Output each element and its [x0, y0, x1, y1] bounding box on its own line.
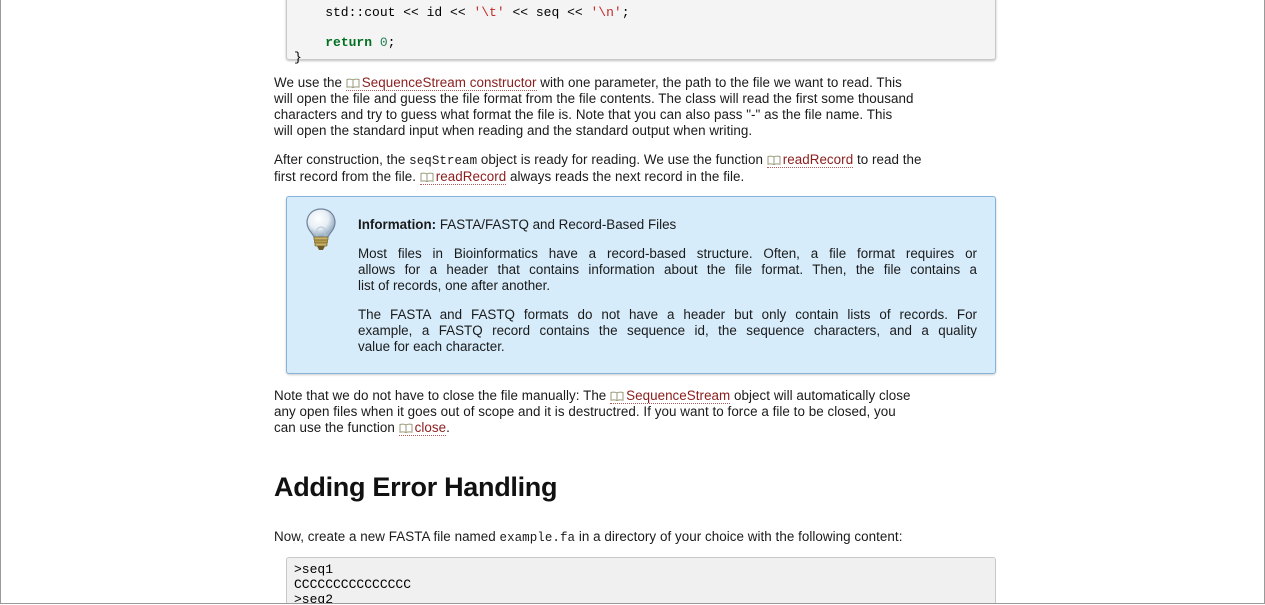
text-line: can use the function close.	[274, 420, 1010, 436]
paragraph-readrecord: After construction, the seqStream object…	[274, 152, 1010, 185]
link-label: SequenceStream	[626, 388, 731, 403]
paragraph-fasta: Now, create a new FASTA file named examp…	[274, 529, 1010, 546]
info-label: Information:	[358, 217, 437, 232]
text-line: first record from the file. readRecord a…	[274, 169, 1010, 185]
code-block-top: std::cout << id << '\t' << seq << '\n'; …	[286, 0, 996, 65]
text: first record from the file.	[274, 169, 420, 184]
text-line: Note that we do not have to close the fi…	[274, 388, 1010, 404]
text: Note that we do not have to close the fi…	[274, 388, 611, 403]
text-line: allows for a header that contains inform…	[358, 262, 977, 277]
info-title-text: FASTA/FASTQ and Record-Based Files	[436, 217, 677, 232]
book-icon	[399, 423, 413, 433]
link-label: readRecord	[782, 152, 854, 167]
text-line: will open the file and guess the file fo…	[274, 91, 914, 106]
text-line: example, a FASTQ record contains the seq…	[358, 323, 977, 338]
link-label: close	[414, 420, 447, 435]
book-icon	[346, 78, 360, 88]
text-line: value for each character.	[358, 339, 505, 354]
code-line-brace: }	[294, 50, 302, 65]
code-text: ;	[387, 35, 396, 50]
code-text: std::cout << id <<	[294, 5, 474, 20]
text: After construction, the	[274, 152, 410, 167]
link-close[interactable]: close	[398, 420, 447, 436]
text-line: Most files in Bioinformatics have a reco…	[358, 246, 977, 261]
link-label: SequenceStream constructor	[361, 75, 537, 90]
code-line: >seq2	[294, 592, 334, 604]
link-readrecord-2[interactable]: readRecord	[419, 169, 507, 185]
text: object is ready for reading. We use the …	[477, 152, 767, 167]
paragraph-close: Note that we do not have to close the fi…	[274, 388, 1010, 436]
code-line: >seq1	[294, 562, 334, 577]
text-line: After construction, the seqStream object…	[274, 152, 1010, 169]
link-readrecord[interactable]: readRecord	[766, 152, 854, 168]
text: Now, create a new FASTA file named	[274, 529, 500, 544]
text-line: list of records, one after another.	[358, 278, 551, 293]
text-line: We use the SequenceStream constructor wi…	[274, 75, 1010, 91]
text: can use the function	[274, 420, 399, 435]
book-icon	[420, 172, 434, 182]
code-number: 0	[379, 35, 388, 50]
info-title: Information: FASTA/FASTQ and Record-Base…	[358, 217, 676, 233]
text-line: any open files when it goes out of scope…	[274, 404, 896, 419]
link-sequencestream[interactable]: SequenceStream	[610, 388, 731, 404]
inline-code: seqStream	[409, 154, 478, 168]
code-line: CCCCCCCCCCCCCCC	[294, 577, 412, 592]
text-line: will open the standard input when readin…	[274, 123, 753, 138]
text: with one parameter, the path to the file…	[536, 75, 902, 90]
code-line-return: return 0;	[294, 35, 395, 50]
link-sequencestream-constructor[interactable]: SequenceStream constructor	[345, 75, 537, 91]
code-keyword: return	[325, 35, 373, 50]
code-string: '\n'	[590, 5, 622, 20]
info-paragraph-2: The FASTA and FASTQ formats do not have …	[358, 307, 977, 355]
lightbulb-icon	[306, 208, 336, 250]
info-box: Information: FASTA/FASTQ and Record-Base…	[286, 196, 996, 374]
book-icon	[767, 155, 781, 165]
book-icon	[610, 391, 624, 401]
text: object will automatically close	[730, 388, 911, 403]
code-line-cout: std::cout << id << '\t' << seq << '\n';	[294, 5, 630, 20]
text-line: The FASTA and FASTQ formats do not have …	[358, 307, 977, 322]
text-line: characters and try to guess what format …	[274, 107, 893, 122]
text: to read the	[853, 152, 922, 167]
text: .	[446, 420, 450, 435]
info-paragraph-1: Most files in Bioinformatics have a reco…	[358, 246, 977, 294]
text: always reads the next record in the file…	[506, 169, 745, 184]
code-text: ;	[621, 5, 630, 20]
paragraph-sequencestream: We use the SequenceStream constructor wi…	[274, 75, 1010, 139]
page-viewport: std::cout << id << '\t' << seq << '\n'; …	[0, 0, 1265, 604]
section-heading: Adding Error Handling	[274, 472, 558, 502]
link-label: readRecord	[435, 169, 507, 184]
code-text: << seq <<	[504, 5, 591, 20]
text-line: Now, create a new FASTA file named examp…	[274, 529, 1010, 546]
text: in a directory of your choice with the f…	[575, 529, 903, 544]
inline-code: example.fa	[499, 531, 576, 545]
code-block-fasta: >seq1 CCCCCCCCCCCCCCC >seq2	[286, 557, 996, 604]
text: We use the	[274, 75, 346, 90]
code-string: '\t'	[473, 5, 505, 20]
